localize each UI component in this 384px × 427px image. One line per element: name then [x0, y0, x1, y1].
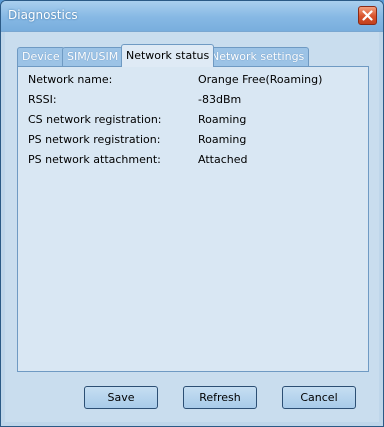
title-bar[interactable]: Diagnostics: [1, 1, 383, 32]
tab-network-status[interactable]: Network status: [121, 44, 215, 67]
ps-registration-value: Roaming: [198, 133, 247, 146]
tab-device[interactable]: Device: [17, 47, 65, 66]
ps-attachment-value: Attached: [198, 153, 248, 166]
close-icon: [362, 10, 373, 21]
network-name-label: Network name:: [28, 73, 113, 86]
dialog-body: Device SIM/USIM Network status Network s…: [5, 32, 379, 422]
network-name-value: Orange Free(Roaming): [198, 73, 323, 86]
cs-registration-value: Roaming: [198, 113, 247, 126]
ps-registration-label: PS network registration:: [28, 133, 161, 146]
rssi-value: -83dBm: [198, 93, 242, 106]
diagnostics-window: Diagnostics Device SIM/USIM Network stat…: [0, 0, 384, 427]
network-status-panel: Network name: Orange Free(Roaming) RSSI:…: [17, 66, 369, 372]
refresh-button[interactable]: Refresh: [183, 386, 257, 409]
rssi-label: RSSI:: [28, 93, 57, 106]
window-title: Diagnostics: [8, 8, 78, 22]
close-button[interactable]: [358, 6, 377, 25]
cancel-button[interactable]: Cancel: [282, 386, 356, 409]
tab-sim-usim[interactable]: SIM/USIM: [62, 47, 124, 66]
save-button[interactable]: Save: [84, 386, 158, 409]
ps-attachment-label: PS network attachment:: [28, 153, 161, 166]
cs-registration-label: CS network registration:: [28, 113, 162, 126]
tab-network-settings[interactable]: Network settings: [206, 47, 310, 66]
